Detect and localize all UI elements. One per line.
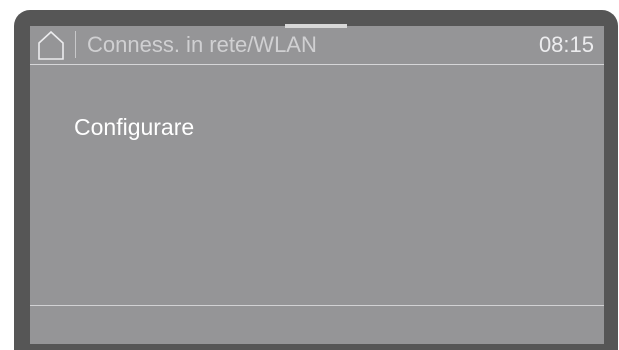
home-button[interactable] <box>34 29 68 61</box>
display-screen: Conness. in rete/WLAN 08:15 Configurare <box>30 26 604 344</box>
header-separator <box>75 31 76 58</box>
scroll-indicator <box>285 24 347 28</box>
menu-list: Configurare <box>30 65 604 305</box>
clock: 08:15 <box>538 32 594 57</box>
header-bar: Conness. in rete/WLAN 08:15 <box>30 26 604 65</box>
menu-item-configurare[interactable]: Configurare <box>74 114 194 141</box>
home-icon <box>38 30 64 60</box>
footer-bar <box>30 306 604 344</box>
page-title: Conness. in rete/WLAN <box>87 32 317 57</box>
